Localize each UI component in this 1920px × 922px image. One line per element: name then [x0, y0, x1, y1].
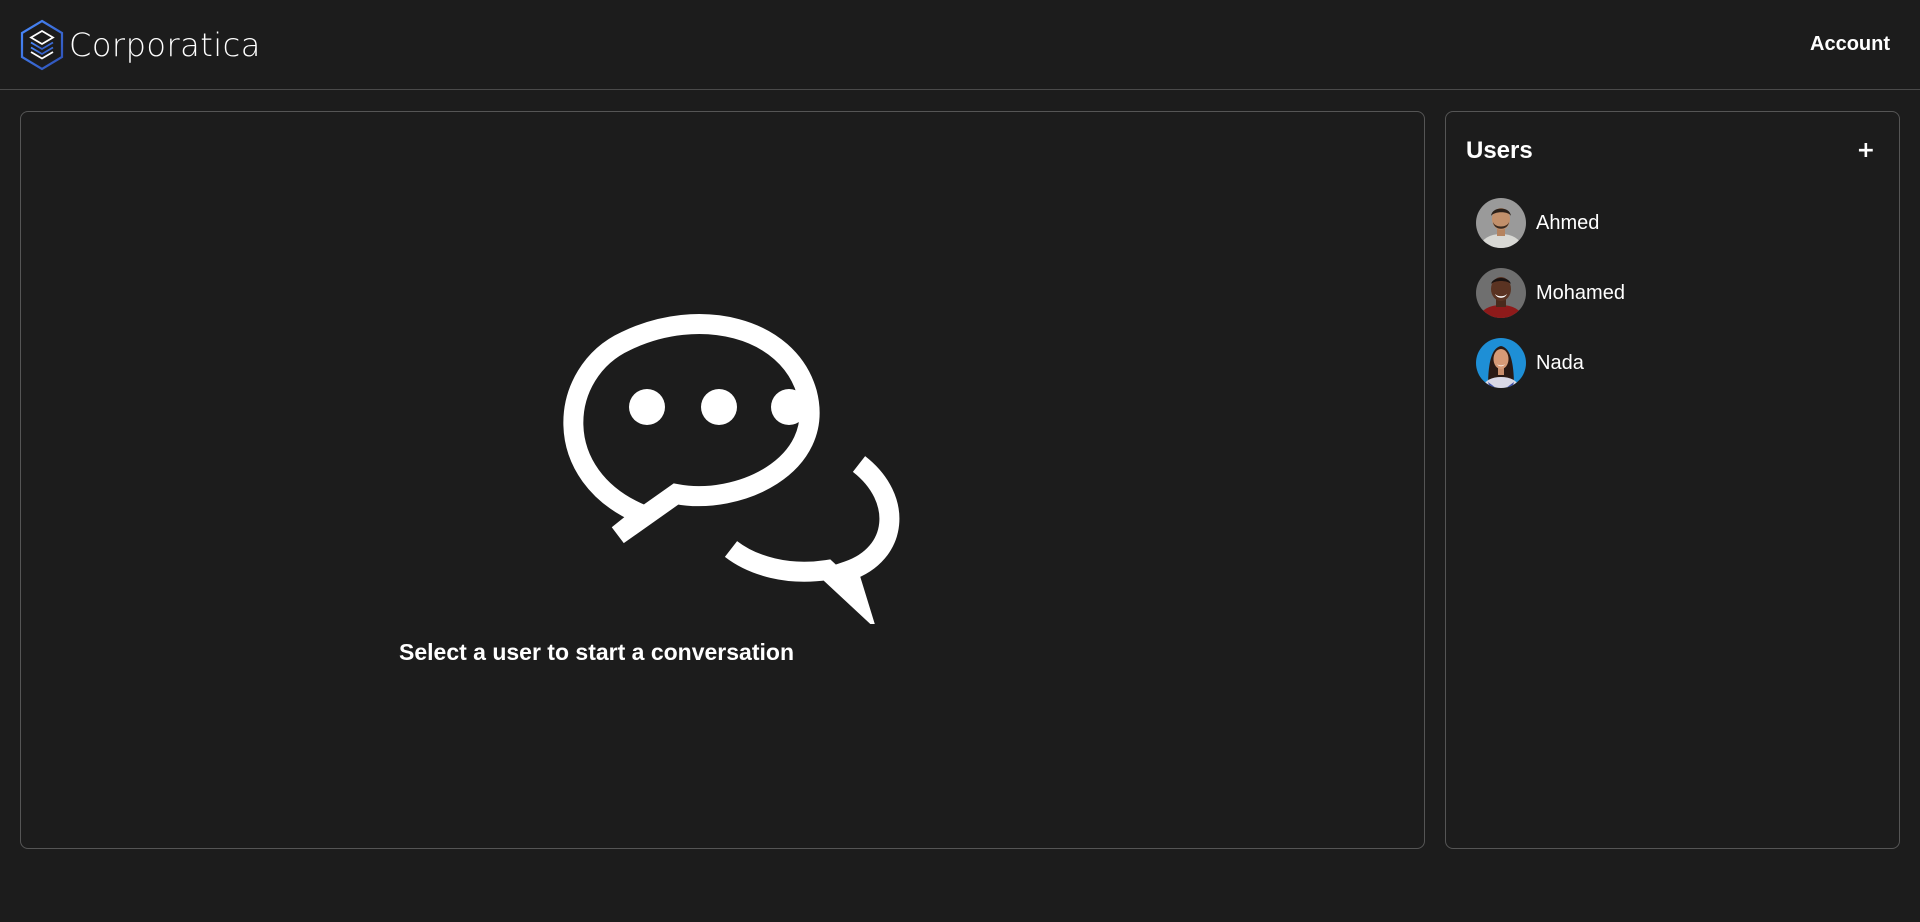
- user-name: Ahmed: [1536, 211, 1600, 234]
- avatar: [1476, 268, 1526, 318]
- user-name: Nada: [1536, 351, 1584, 374]
- user-item-ahmed[interactable]: Ahmed: [1466, 188, 1879, 258]
- users-list: Ahmed Mohamed Nada: [1466, 188, 1879, 398]
- chat-panel: Select a user to start a conversation: [20, 111, 1425, 849]
- account-link[interactable]: Account: [1810, 33, 1890, 56]
- users-header: Users +: [1466, 136, 1879, 166]
- users-title: Users: [1466, 137, 1533, 164]
- empty-state: Select a user to start a conversation: [21, 112, 1424, 848]
- add-user-button[interactable]: +: [1853, 140, 1879, 162]
- avatar: [1476, 338, 1526, 388]
- corporatica-logo-icon: [20, 19, 64, 70]
- user-item-nada[interactable]: Nada: [1466, 328, 1879, 398]
- chat-bubbles-icon: [563, 314, 900, 624]
- user-item-mohamed[interactable]: Mohamed: [1466, 258, 1879, 328]
- brand-logo-link[interactable]: Corporatica: [19, 19, 261, 71]
- empty-state-message: Select a user to start a conversation: [399, 639, 794, 665]
- brand-name: Corporatica: [69, 25, 261, 64]
- top-navbar: Corporatica Account: [0, 0, 1920, 90]
- user-name: Mohamed: [1536, 281, 1625, 304]
- users-panel: Users + Ahmed Mohamed Nada: [1445, 111, 1900, 849]
- avatar: [1476, 198, 1526, 248]
